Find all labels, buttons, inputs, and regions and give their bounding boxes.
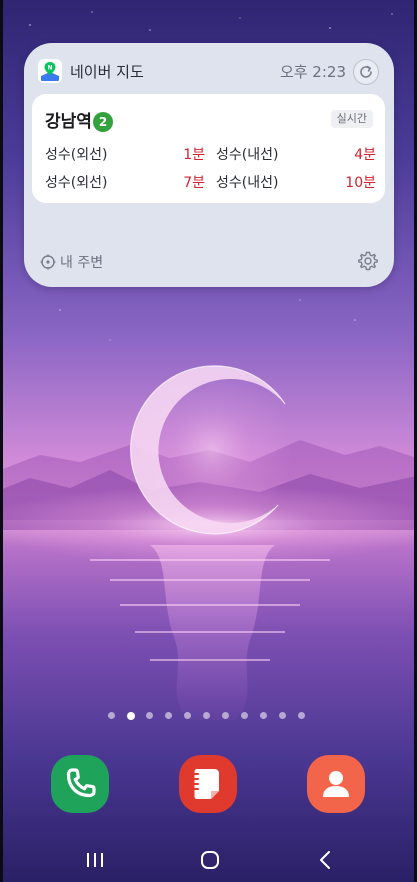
home-button[interactable] — [197, 848, 223, 872]
page-dot[interactable] — [203, 712, 210, 719]
arrival-direction: 성수(외선) — [45, 175, 108, 191]
contacts-app[interactable] — [307, 755, 365, 813]
arrival-minutes: 7분 — [183, 175, 205, 191]
page-dot[interactable] — [222, 712, 229, 719]
arrival-direction: 성수(내선) — [216, 147, 279, 163]
subway-line-badge: 2 — [93, 112, 113, 132]
widget-header: N 네이버 지도 오후 2:23 — [24, 43, 394, 93]
phone-app[interactable] — [51, 755, 109, 813]
svg-text:N: N — [47, 65, 52, 72]
refresh-icon — [360, 65, 372, 78]
updated-time: 오후 2:23 — [279, 63, 346, 81]
station-name: 강남역 — [45, 112, 92, 132]
arrival-minutes: 1분 — [183, 147, 205, 163]
back-icon — [320, 851, 330, 869]
back-button[interactable] — [313, 848, 339, 872]
recent-apps-button[interactable] — [82, 848, 108, 872]
page-dot[interactable] — [146, 712, 153, 719]
page-dot[interactable] — [279, 712, 286, 719]
nearby-label: 내 주변 — [60, 255, 104, 271]
page-dot[interactable] — [298, 712, 305, 719]
station-arrival-card[interactable]: 강남역 2 실시간 성수(외선) 1분 성수(내선) 4분 성수(외선) 7분 … — [32, 94, 385, 203]
page-dot[interactable] — [241, 712, 248, 719]
page-dot[interactable] — [184, 712, 191, 719]
page-dot[interactable] — [165, 712, 172, 719]
naver-map-app-icon: N — [38, 59, 62, 83]
arrival-direction: 성수(내선) — [216, 175, 279, 191]
recent-apps-icon — [87, 853, 103, 867]
realtime-tag: 실시간 — [330, 110, 373, 128]
arrival-row: 성수(내선) 10분 — [216, 173, 376, 193]
samsung-notes-app[interactable] — [179, 755, 237, 813]
arrival-row: 성수(내선) 4분 — [216, 145, 376, 165]
naver-map-widget[interactable]: N 네이버 지도 오후 2:23 강남역 2 실시간 성수(외선) 1분 성수(… — [24, 43, 394, 287]
page-dot[interactable] — [108, 712, 115, 719]
notes-icon — [191, 769, 219, 799]
home-icon — [201, 851, 219, 869]
arrival-minutes: 4분 — [354, 147, 376, 163]
location-target-icon — [40, 254, 56, 270]
page-dot[interactable] — [260, 712, 267, 719]
widget-settings-button[interactable] — [357, 250, 379, 272]
app-name: 네이버 지도 — [70, 63, 144, 81]
phone-icon — [66, 768, 96, 798]
arrival-row: 성수(외선) 1분 — [45, 145, 205, 165]
navigation-bar — [0, 836, 417, 882]
page-indicator[interactable] — [108, 711, 308, 722]
arrival-direction: 성수(외선) — [45, 147, 108, 163]
arrival-minutes: 10분 — [345, 175, 376, 191]
refresh-button[interactable] — [353, 59, 379, 85]
page-dot-active[interactable] — [127, 711, 135, 720]
gear-icon — [358, 251, 378, 271]
arrival-row: 성수(외선) 7분 — [45, 173, 205, 193]
contact-icon — [323, 771, 349, 797]
